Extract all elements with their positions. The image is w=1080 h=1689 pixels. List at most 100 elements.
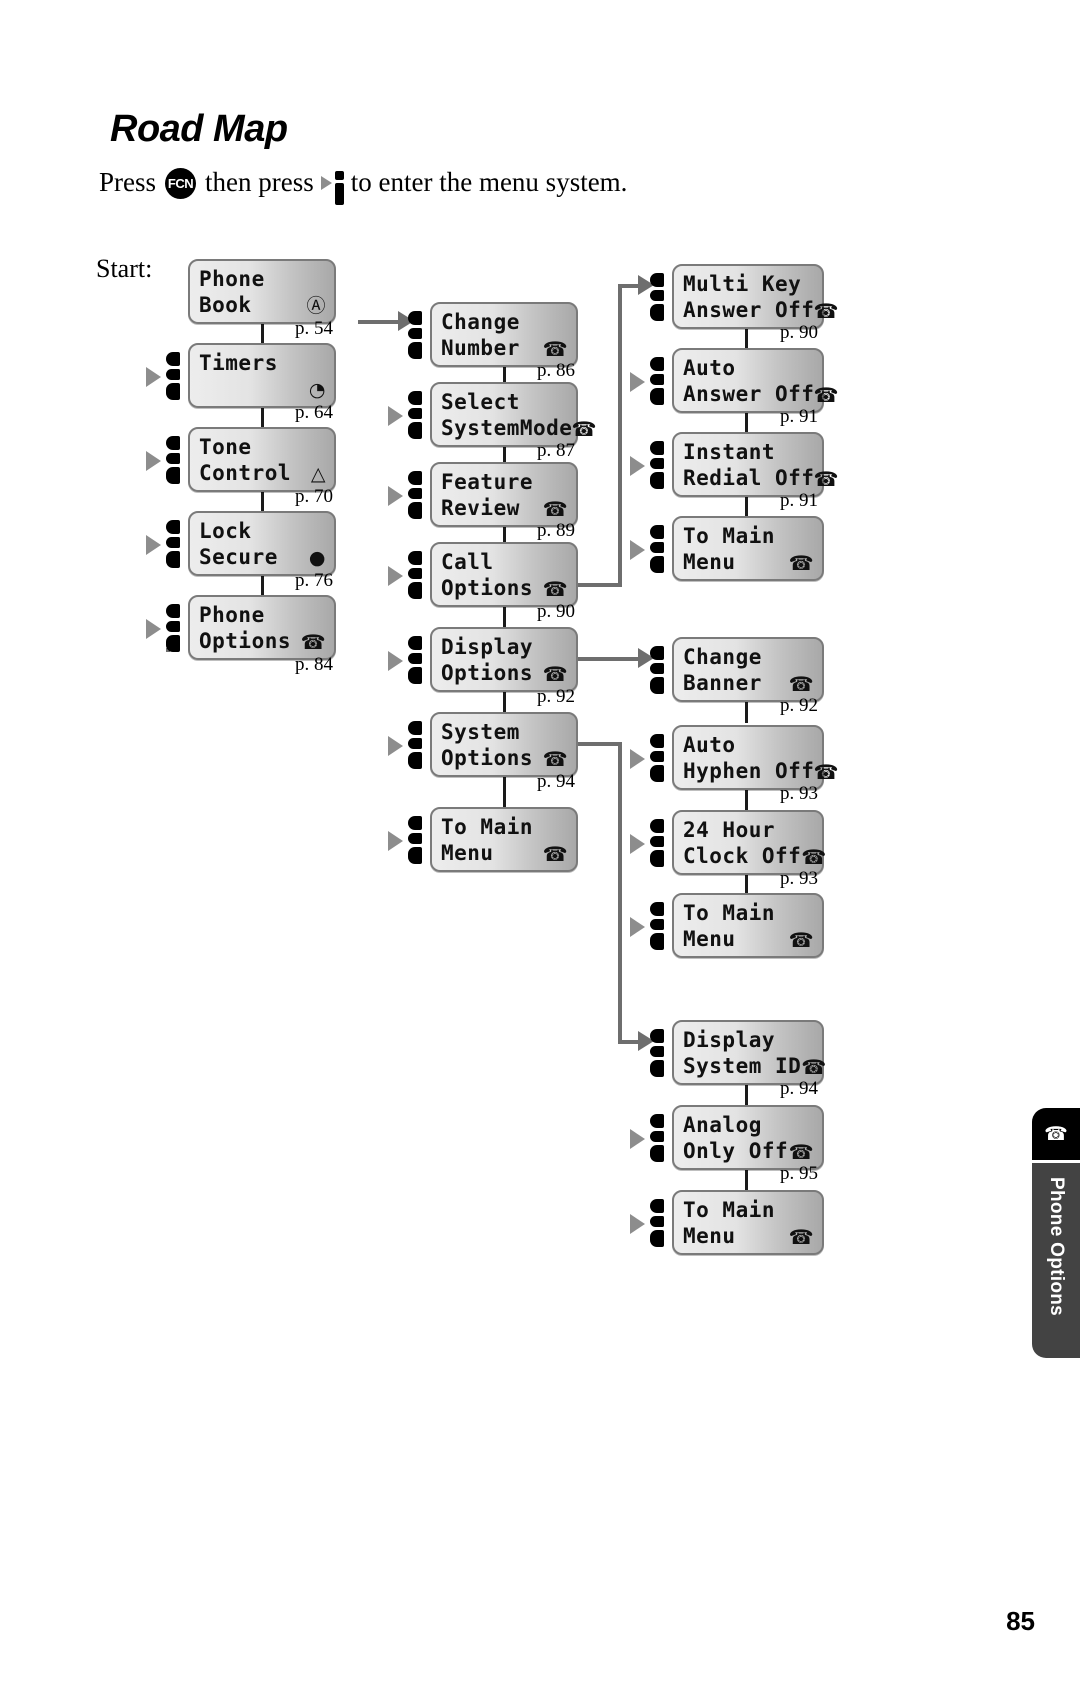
lcd-text: Change	[441, 309, 520, 334]
lcd-text: Menu	[441, 840, 494, 865]
page-ref-change-banner: p. 92	[780, 695, 818, 716]
menu-key-icon	[166, 435, 180, 484]
telephone-icon: ☎	[542, 337, 568, 361]
page-ref-select-systemmode: p. 87	[537, 440, 575, 461]
lcd-line-1: Select	[441, 389, 568, 415]
page-ref-auto-hyphen: p. 93	[780, 783, 818, 804]
right-triangle-icon	[388, 830, 403, 851]
lcd-line-1: Phone	[199, 602, 326, 628]
lcd-screen: Phone Options ☎	[188, 595, 336, 660]
node-instant-redial[interactable]: Instant Redial Off ☎	[630, 432, 838, 497]
right-triangle-icon	[630, 1128, 645, 1149]
menu-key-icon	[650, 440, 664, 489]
node-display-options[interactable]: Display Options ☎	[388, 627, 578, 692]
branch-system-options-v	[618, 742, 622, 1044]
lcd-screen: 24 Hour Clock Off ☎	[672, 810, 826, 875]
lcd-text: Change	[683, 644, 762, 669]
lcd-line-1: To Main	[683, 900, 814, 926]
lcd-text: To Main	[683, 523, 776, 548]
start-label: Start:	[96, 254, 153, 283]
page-ref-multi-key-answer: p. 90	[780, 322, 818, 343]
lcd-text: Answer Off	[683, 381, 815, 406]
right-triangle-icon	[320, 176, 332, 190]
node-multi-key-answer[interactable]: Multi Key Answer Off ☎	[650, 264, 838, 329]
lcd-screen: Select SystemMode ☎	[430, 382, 596, 447]
lock-icon: ●	[308, 546, 326, 569]
lcd-line-2: Banner ☎	[683, 670, 814, 696]
lcd-line-1: Phone	[199, 266, 326, 292]
node-call-options[interactable]: Call Options ☎	[388, 542, 578, 607]
node-to-main-menu-phone-options[interactable]: To Main Menu ☎	[388, 807, 578, 872]
page-ref-auto-answer: p. 91	[780, 406, 818, 427]
telephone-icon: ☎	[788, 1225, 814, 1249]
lcd-line-2: Menu ☎	[683, 549, 814, 575]
lcd-line-2: Redial Off ☎	[683, 465, 838, 491]
lcd-text: Lock	[199, 518, 252, 543]
lcd-line-2: SystemMode ☎	[441, 415, 596, 441]
menu-key-icon	[650, 524, 664, 573]
lcd-text: Options	[199, 628, 292, 653]
menu-key-icon	[408, 815, 422, 864]
right-triangle-icon	[630, 371, 645, 392]
lcd-text: Only Off	[683, 1138, 789, 1163]
node-analog-only[interactable]: Analog Only Off ☎	[630, 1105, 824, 1170]
right-triangle-icon	[146, 534, 161, 555]
lcd-text: Analog	[683, 1112, 762, 1137]
lcd-text: Select	[441, 389, 520, 414]
page-ref-change-number: p. 86	[537, 360, 575, 381]
menu-key-icon	[166, 351, 180, 400]
page-number: 85	[1006, 1606, 1035, 1636]
node-feature-review[interactable]: Feature Review ☎	[388, 462, 578, 527]
lcd-line-2: Secure ●	[199, 544, 326, 570]
telephone-icon: ☎	[571, 417, 597, 441]
lcd-line-2: Clock Off ☎	[683, 843, 826, 869]
node-lock-secure[interactable]: Lock Secure ●	[146, 511, 336, 576]
node-change-number[interactable]: Change Number ☎	[408, 302, 578, 367]
page-ref-timers: p. 64	[295, 402, 333, 423]
lcd-text: Timers	[199, 350, 278, 375]
node-system-options[interactable]: System Options ☎	[388, 712, 578, 777]
lcd-text: Tone	[199, 434, 252, 459]
lcd-text: Multi Key	[683, 271, 802, 296]
lcd-line-2: Options ☎	[441, 575, 568, 601]
node-phone-book[interactable]: Phone Book Ⓐ	[188, 259, 336, 324]
lcd-screen: Auto Answer Off ☎	[672, 348, 838, 413]
lcd-line-2: System ID ☎	[683, 1053, 826, 1079]
lcd-text: Control	[199, 460, 292, 485]
node-to-main-menu-display-options[interactable]: To Main Menu ☎	[630, 893, 824, 958]
lcd-line-1: Tone	[199, 434, 326, 460]
menu-key-icon	[166, 519, 180, 568]
lcd-text: SystemMode	[441, 415, 573, 440]
lcd-line-1: Change	[683, 644, 814, 670]
lcd-line-1: 24 Hour	[683, 817, 814, 843]
lcd-text: Answer Off	[683, 297, 815, 322]
menu-key-icon	[408, 720, 422, 769]
right-triangle-icon	[630, 833, 645, 854]
node-tone-control[interactable]: Tone Control △	[146, 427, 336, 492]
lcd-text: 24 Hour	[683, 817, 776, 842]
menu-key-icon	[650, 901, 664, 950]
node-auto-answer[interactable]: Auto Answer Off ☎	[630, 348, 838, 413]
side-tab-phone-options: ☎ Phone Options	[1032, 1108, 1080, 1358]
menu-key-icon	[408, 635, 422, 684]
lcd-screen: Feature Review ☎	[430, 462, 578, 527]
lcd-line-2: Hyphen Off ☎	[683, 758, 838, 784]
lcd-text: Hyphen Off	[683, 758, 815, 783]
telephone-icon: ☎	[542, 747, 568, 771]
lcd-line-1: To Main	[683, 523, 814, 549]
node-timers[interactable]: Timers ◔	[146, 343, 336, 408]
lcd-text: Phone	[199, 266, 265, 291]
telephone-icon: ☎	[542, 662, 568, 686]
node-select-systemmode[interactable]: Select SystemMode ☎	[388, 382, 596, 447]
node-to-main-menu-call-options[interactable]: To Main Menu ☎	[630, 516, 824, 581]
node-auto-hyphen[interactable]: Auto Hyphen Off ☎	[630, 725, 838, 790]
node-change-banner[interactable]: Change Banner ☎	[650, 637, 824, 702]
node-phone-options[interactable]: Phone Options ☎	[146, 595, 336, 660]
node-to-main-menu-system-options[interactable]: To Main Menu ☎	[630, 1190, 824, 1255]
lcd-text: Call	[441, 549, 494, 574]
telephone-icon: ☎	[788, 672, 814, 696]
node-24-hour-clock[interactable]: 24 Hour Clock Off ☎	[630, 810, 826, 875]
node-display-system-id[interactable]: Display System ID ☎	[650, 1020, 826, 1085]
lcd-line-1: Lock	[199, 518, 326, 544]
instruction-text-tail: to enter the menu system.	[350, 166, 628, 197]
